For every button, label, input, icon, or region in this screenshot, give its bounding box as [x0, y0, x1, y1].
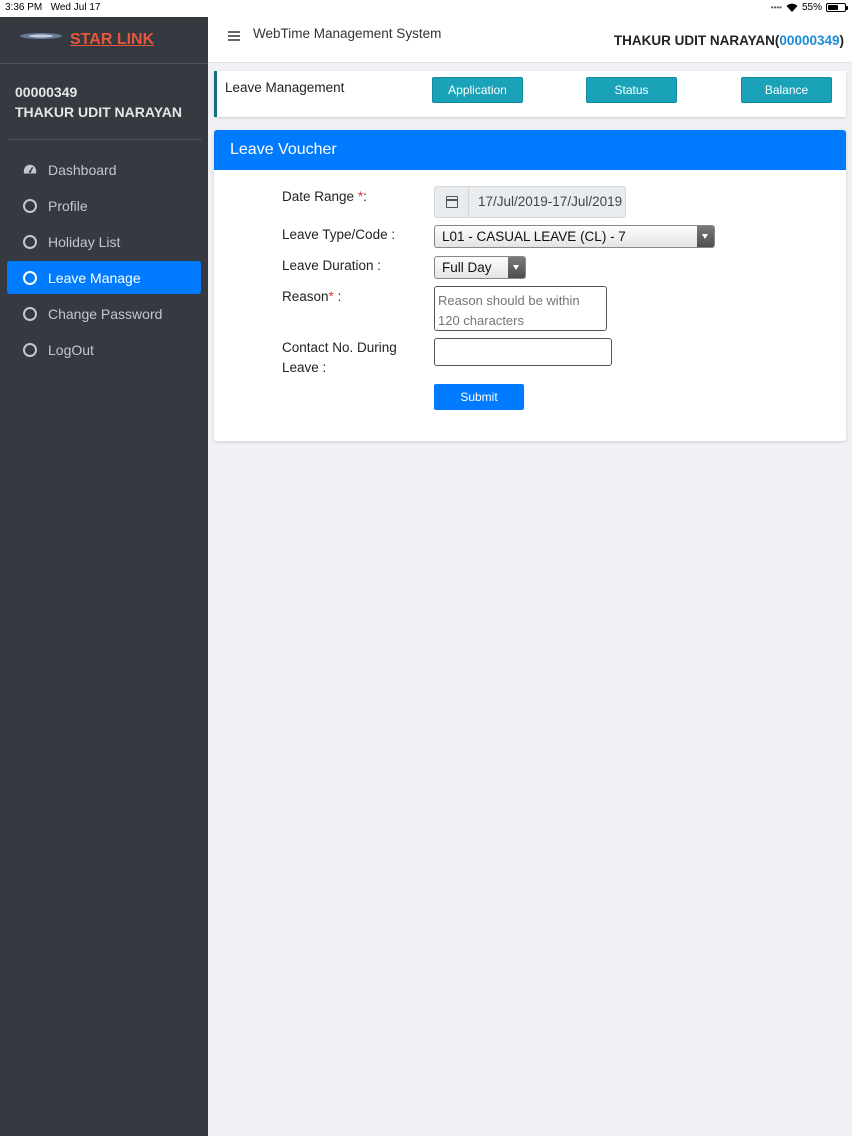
calendar-button[interactable] [435, 187, 469, 217]
leave-duration-value: Full Day [442, 260, 492, 275]
balance-button[interactable]: Balance [741, 77, 832, 103]
sidebar-divider [8, 139, 202, 140]
sidebar-item-label: LogOut [48, 341, 94, 358]
leave-voucher-card: Leave Voucher Date Range *: 17/Jul/2019-… [214, 130, 846, 441]
menu-toggle-icon[interactable] [228, 31, 240, 41]
sidebar-item-label: Leave Manage [48, 269, 141, 286]
sidebar-item-dashboard[interactable]: Dashboard [7, 153, 201, 186]
circle-icon [23, 234, 37, 249]
leave-duration-label: Leave Duration : [282, 258, 382, 273]
chevron-down-icon [697, 226, 714, 247]
brand-name[interactable]: STAR LINK [70, 31, 154, 49]
leave-duration-select[interactable]: Full Day [434, 256, 526, 279]
sidebar: STAR LINK 00000349 THAKUR UDIT NARAYAN D… [0, 17, 208, 1136]
sidebar-item-label: Holiday List [48, 233, 121, 250]
header-user-info: THAKUR UDIT NARAYAN(00000349) [613, 33, 844, 48]
date-range-label: Date Range *: [282, 189, 367, 204]
circle-icon [23, 270, 37, 285]
sidebar-item-logout[interactable]: LogOut [7, 333, 201, 366]
sidebar-item-change-password[interactable]: Change Password [7, 297, 201, 330]
sidebar-item-profile[interactable]: Profile [7, 189, 201, 222]
dashboard-icon [23, 164, 37, 173]
reason-label: Reason* : [282, 289, 342, 304]
battery-icon [826, 3, 848, 12]
wifi-icon [786, 3, 798, 12]
status-right: •••• 55% [770, 2, 848, 13]
circle-icon [23, 306, 37, 321]
sidebar-item-label: Profile [48, 197, 88, 214]
status-button[interactable]: Status [586, 77, 677, 103]
submit-button[interactable]: Submit [434, 384, 524, 410]
card-header: Leave Voucher [214, 130, 846, 170]
sidebar-nav: Dashboard Profile Holiday List Leave Man… [7, 153, 201, 369]
battery-percent: 55% [801, 2, 822, 13]
leave-type-label: Leave Type/Code : [282, 227, 396, 242]
date-range-picker[interactable]: 17/Jul/2019-17/Jul/2019 [434, 186, 626, 218]
sidebar-item-leave-manage[interactable]: Leave Manage [7, 261, 201, 294]
signal-icon: •••• [770, 3, 782, 12]
calendar-icon [446, 196, 458, 208]
contact-label: Contact No. During Leave : [282, 340, 397, 375]
reason-input[interactable] [434, 286, 607, 331]
date-range-value: 17/Jul/2019-17/Jul/2019 [478, 194, 623, 209]
circle-icon [23, 342, 37, 357]
leave-management-bar: Leave Management Application Status Bala… [214, 71, 846, 117]
status-time: 3:36 PM Wed Jul 17 [5, 2, 101, 13]
leave-management-title: Leave Management [225, 80, 345, 95]
header-user-code[interactable]: 00000349 [779, 33, 839, 48]
status-bar: 3:36 PM Wed Jul 17 •••• 55% [0, 0, 852, 17]
sidebar-item-label: Dashboard [48, 161, 117, 178]
sidebar-item-label: Change Password [48, 305, 163, 322]
brand-logo-icon [20, 33, 62, 39]
circle-icon [23, 198, 37, 213]
chevron-down-icon [508, 257, 525, 278]
sidebar-item-holiday-list[interactable]: Holiday List [7, 225, 201, 258]
header-user-name: THAKUR UDIT NARAYAN [613, 33, 775, 48]
app-title: WebTime Management System [253, 26, 442, 41]
leave-type-select[interactable]: L01 - CASUAL LEAVE (CL) - 7 [434, 225, 715, 248]
contact-input[interactable] [434, 338, 612, 366]
application-button[interactable]: Application [432, 77, 523, 103]
card-title: Leave Voucher [230, 141, 337, 158]
brand[interactable]: STAR LINK [0, 17, 208, 64]
sidebar-user-name: THAKUR UDIT NARAYAN [15, 104, 182, 120]
leave-type-value: L01 - CASUAL LEAVE (CL) - 7 [442, 229, 626, 244]
top-header: WebTime Management System THAKUR UDIT NA… [208, 17, 852, 63]
sidebar-user-id: 00000349 [15, 84, 78, 100]
